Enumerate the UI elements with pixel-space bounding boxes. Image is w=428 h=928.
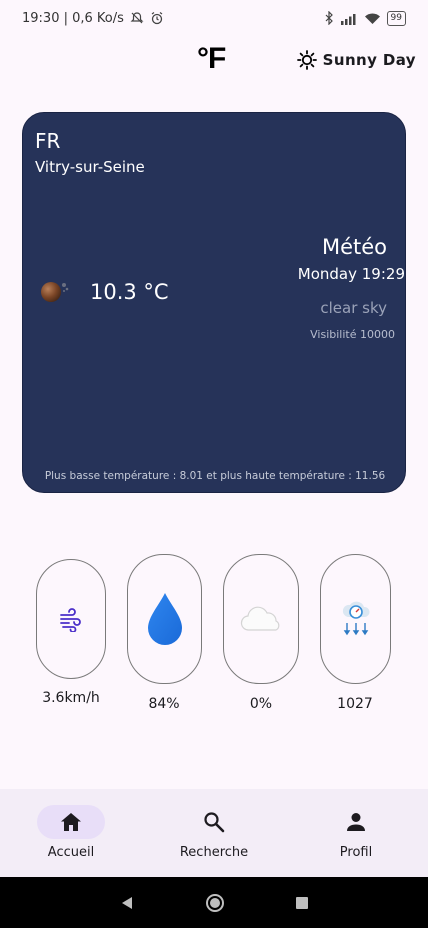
wind-tile[interactable] xyxy=(36,559,106,679)
status-left: 19:30 | 0,6 Ko/s xyxy=(22,11,164,26)
status-time: 19:30 | 0,6 Ko/s xyxy=(22,10,124,26)
cloud-value: 0% xyxy=(249,696,273,712)
meteo-title: Météo xyxy=(321,235,387,259)
recents-icon[interactable] xyxy=(295,896,309,910)
pressure-tile[interactable] xyxy=(320,554,391,684)
top-bar: °F Sunny Day xyxy=(0,40,428,80)
wind-value: 3.6km/h xyxy=(42,690,100,706)
cloud-tile[interactable] xyxy=(223,554,299,684)
weather-description: clear sky xyxy=(320,299,387,317)
search-icon xyxy=(204,812,225,833)
wifi-icon xyxy=(364,13,380,24)
nav-label-accueil: Accueil xyxy=(47,845,95,860)
back-icon[interactable] xyxy=(119,895,135,911)
nav-item-profil[interactable]: Profil xyxy=(301,789,411,877)
sun-icon xyxy=(296,50,317,70)
home-icon xyxy=(61,813,81,831)
moon-icon xyxy=(41,282,69,302)
humidity-tile[interactable] xyxy=(127,554,202,684)
theme-label: Sunny Day xyxy=(322,51,416,69)
date-time: Monday 19:29 xyxy=(297,265,405,283)
notifications-off-icon xyxy=(130,12,144,24)
home-button-icon[interactable] xyxy=(205,893,225,913)
battery-indicator: 99 xyxy=(386,10,406,26)
pressure-value: 1027 xyxy=(337,696,373,712)
system-navigation-bar xyxy=(0,877,428,928)
cloud-icon xyxy=(240,606,280,631)
theme-toggle-button[interactable]: Sunny Day xyxy=(296,50,416,70)
bluetooth-icon xyxy=(325,11,333,25)
nav-item-accueil[interactable]: Accueil xyxy=(16,789,126,877)
nav-pill xyxy=(180,805,248,839)
status-bar: 19:30 | 0,6 Ko/s 99 xyxy=(0,0,428,36)
unit-toggle-button[interactable]: °F xyxy=(197,42,226,76)
signal-icon xyxy=(340,13,356,25)
nav-label-recherche: Recherche xyxy=(179,845,249,860)
wind-icon xyxy=(60,608,81,632)
humidity-value: 84% xyxy=(148,696,180,712)
bottom-navigation: Accueil Recherche Profil xyxy=(0,789,428,877)
weather-card: FR Vitry-sur-Seine 10.3 °C Météo Monday … xyxy=(22,112,406,493)
temperature-range: Plus basse température : 8.01 et plus ha… xyxy=(44,470,386,482)
nav-active-indicator xyxy=(37,805,105,839)
visibility: Visibilité 10000 xyxy=(310,328,395,341)
pressure-icon xyxy=(342,601,370,636)
nav-pill xyxy=(322,805,390,839)
temperature: 10.3 °C xyxy=(90,280,169,304)
nav-item-recherche[interactable]: Recherche xyxy=(159,789,269,877)
person-icon xyxy=(347,813,365,831)
humidity-drop-icon xyxy=(147,593,182,645)
alarm-icon xyxy=(151,12,163,25)
status-right: 99 xyxy=(324,10,406,26)
country-code: FR xyxy=(35,129,61,153)
nav-label-profil: Profil xyxy=(339,845,373,860)
city-name: Vitry-sur-Seine xyxy=(35,158,145,176)
